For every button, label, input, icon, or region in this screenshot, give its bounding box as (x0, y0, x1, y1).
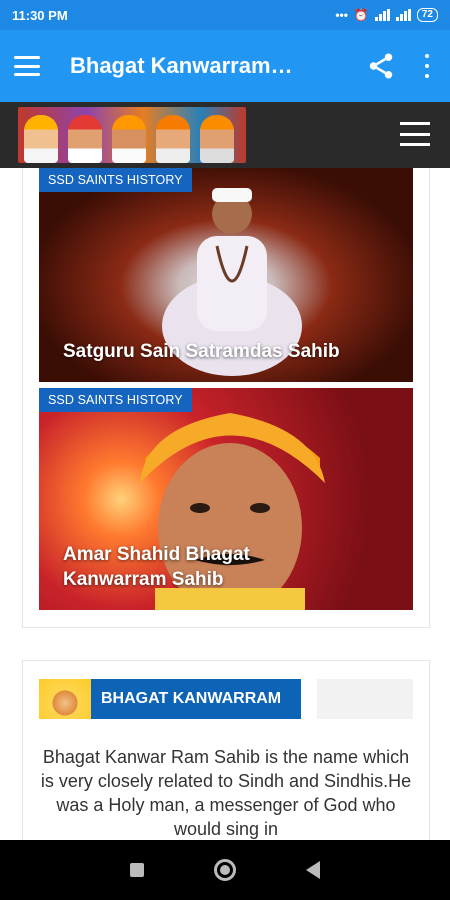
app-bar: Bhagat Kanwarram… (0, 30, 450, 102)
post-title[interactable]: Satguru Sain Satramdas Sahib (63, 339, 340, 364)
widget-description: Bhagat Kanwar Ram Sahib is the name whic… (40, 747, 412, 839)
more-vert-icon[interactable] (418, 54, 436, 78)
status-icons: ••• ⏰ 72 (335, 8, 438, 22)
system-nav-bar (0, 840, 450, 900)
status-time: 11:30 PM (12, 7, 68, 23)
widget-placeholder (317, 679, 413, 719)
post-card[interactable]: SSD SAINTS HISTORY Amar Shahid Bhagat Ka… (39, 388, 413, 610)
signal-icon (374, 9, 390, 21)
category-tag[interactable]: SSD SAINTS HISTORY (39, 168, 192, 192)
menu-icon[interactable] (14, 56, 40, 76)
status-bar: 11:30 PM ••• ⏰ 72 (0, 0, 450, 30)
post-title[interactable]: Amar Shahid Bhagat Kanwarram Sahib (63, 542, 250, 592)
widget-header[interactable]: BHAGAT KANWARRAM (39, 679, 301, 719)
signal-icon (395, 9, 411, 21)
dots-icon: ••• (335, 8, 348, 22)
menu-icon[interactable] (400, 122, 430, 146)
share-icon[interactable] (366, 51, 396, 81)
category-tag[interactable]: SSD SAINTS HISTORY (39, 388, 192, 412)
bhagat-widget-card: BHAGAT KANWARRAM Bhagat Kanwar Ram Sahib… (22, 660, 430, 860)
widget-title: BHAGAT KANWARRAM (101, 690, 282, 707)
alarm-icon: ⏰ (353, 8, 369, 22)
post-card[interactable]: SSD SAINTS HISTORY Satguru Sain Satramda… (39, 168, 413, 382)
battery-icon: 72 (416, 8, 438, 22)
back-icon[interactable] (306, 861, 320, 879)
posts-card: SSD SAINTS HISTORY Satguru Sain Satramda… (22, 168, 430, 628)
widget-thumbnail (39, 679, 91, 719)
app-title: Bhagat Kanwarram… (70, 53, 293, 78)
banner-logo-image[interactable] (18, 107, 246, 163)
post-title-line: Kanwarram Sahib (63, 569, 224, 590)
recent-apps-icon[interactable] (130, 863, 144, 877)
post-title-line: Satguru Sain Satramdas Sahib (63, 341, 340, 362)
post-title-line: Amar Shahid Bhagat (63, 544, 250, 565)
header-banner (0, 102, 450, 168)
home-icon[interactable] (214, 859, 236, 881)
